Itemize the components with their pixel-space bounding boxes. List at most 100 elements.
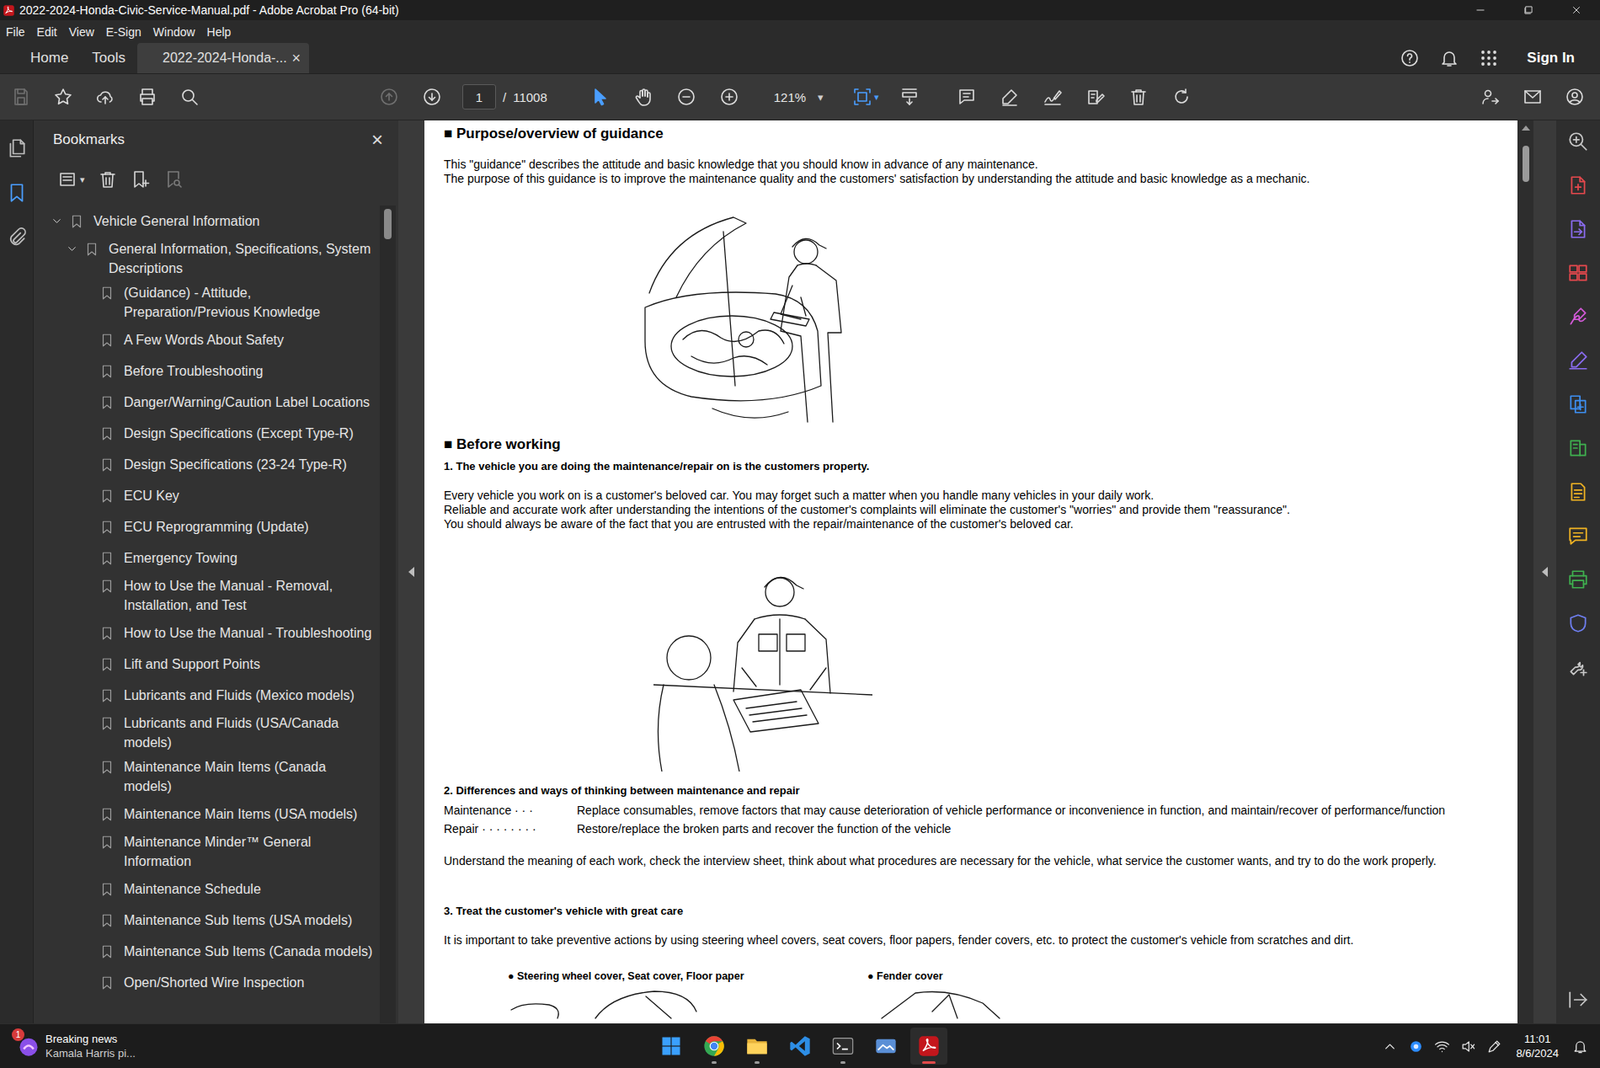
bookmark-item[interactable]: Lubricants and Fluids (USA/Canada models… xyxy=(33,710,374,755)
taskbar-app[interactable] xyxy=(824,1027,862,1065)
chevron-icon[interactable] xyxy=(50,214,64,228)
tool-button[interactable] xyxy=(1567,130,1590,153)
rail-button[interactable] xyxy=(5,137,28,160)
tool-button[interactable] xyxy=(1567,261,1590,284)
bookmark-item[interactable]: Maintenance Minder™ General Information xyxy=(33,829,374,874)
clock[interactable]: 11:018/6/2024 xyxy=(1512,1031,1563,1061)
panel-tool-button[interactable] xyxy=(163,169,184,190)
collapse-arrow-icon[interactable] xyxy=(408,566,415,577)
bookmark-item[interactable]: Vehicle General Information xyxy=(33,205,374,237)
toolbar-button[interactable] xyxy=(1477,82,1504,112)
bookmark-item[interactable]: ECU Key xyxy=(33,480,374,512)
tray-button[interactable] xyxy=(1434,1038,1451,1055)
toolbar-button[interactable] xyxy=(673,82,699,112)
taskbar-app[interactable] xyxy=(910,1027,948,1065)
toolbar-button[interactable] xyxy=(92,82,118,112)
hide-panel-button[interactable] xyxy=(1567,988,1590,1011)
bookmark-item[interactable]: (Guidance) - Attitude, Preparation/Previ… xyxy=(33,280,374,325)
toolbar-button[interactable] xyxy=(176,82,203,112)
tool-button[interactable] xyxy=(1567,612,1590,635)
tab-close-button[interactable]: × xyxy=(292,49,302,68)
tray-button[interactable] xyxy=(1460,1038,1477,1055)
bookmark-item[interactable]: Maintenance Main Items (USA models) xyxy=(33,798,374,830)
toolbar-button[interactable] xyxy=(8,82,34,112)
menu-item[interactable]: View xyxy=(63,25,101,39)
bookmark-item[interactable]: How to Use the Manual - Troubleshooting xyxy=(33,617,374,649)
panel-splitter[interactable] xyxy=(398,120,425,1024)
toolbar-button[interactable] xyxy=(134,82,160,112)
tool-button[interactable] xyxy=(1567,349,1590,372)
tool-button[interactable] xyxy=(1567,174,1590,197)
bookmark-item[interactable]: Maintenance Sub Items (Canada models) xyxy=(33,935,374,967)
tool-button[interactable] xyxy=(1567,393,1590,416)
tool-button[interactable] xyxy=(1567,568,1590,591)
bookmark-item[interactable]: Lubricants and Fluids (Mexico models) xyxy=(33,679,374,711)
rail-button[interactable] xyxy=(5,181,28,204)
taskbar-app[interactable] xyxy=(695,1027,733,1065)
tool-button[interactable] xyxy=(1567,524,1590,547)
tab[interactable]: 2022-2024-Honda-...× xyxy=(137,42,310,74)
bookmark-item[interactable]: Lift and Support Points xyxy=(33,648,374,680)
tab[interactable]: Tools xyxy=(80,42,138,74)
bookmark-item[interactable]: A Few Words About Safety xyxy=(33,324,374,356)
panel-tool-button[interactable] xyxy=(97,169,118,190)
tool-button[interactable] xyxy=(1567,305,1590,328)
taskbar-app[interactable] xyxy=(781,1027,819,1065)
panel-tool-button[interactable]: ▾ xyxy=(57,169,86,190)
window-control-button[interactable] xyxy=(1504,0,1552,21)
toolbar-button[interactable] xyxy=(954,82,980,112)
panel-tool-button[interactable] xyxy=(130,169,151,190)
taskbar-app[interactable] xyxy=(652,1027,690,1065)
toolbar-button[interactable] xyxy=(1520,82,1546,112)
bookmark-item[interactable]: Danger/Warning/Caution Label Locations xyxy=(33,386,374,418)
page-number-input[interactable]: 1 xyxy=(462,84,496,110)
tray-button[interactable] xyxy=(1486,1038,1503,1055)
toolbar-button[interactable] xyxy=(1562,82,1588,112)
document-scrollbar[interactable] xyxy=(1517,120,1534,1024)
menu-item[interactable]: Help xyxy=(201,25,238,39)
panel-close-button[interactable]: × xyxy=(371,128,384,152)
bookmark-item[interactable]: How to Use the Manual - Removal, Install… xyxy=(33,573,374,618)
window-control-button[interactable] xyxy=(1552,0,1600,21)
bookmark-item[interactable]: Design Specifications (23-24 Type-R) xyxy=(33,448,374,480)
bookmark-item[interactable]: Maintenance Main Items (Canada models) xyxy=(33,754,374,799)
bookmark-item[interactable]: Emergency Towing xyxy=(33,542,374,574)
tab[interactable]: Home xyxy=(18,42,80,74)
menu-item[interactable]: Window xyxy=(147,25,202,39)
toolbar-button[interactable] xyxy=(997,82,1023,112)
header-button[interactable] xyxy=(1439,48,1460,69)
toolbar-button[interactable]: ▾ xyxy=(852,82,880,112)
toolbar-button[interactable] xyxy=(419,82,445,112)
bookmark-item[interactable]: Before Troubleshooting xyxy=(33,355,374,387)
header-button[interactable] xyxy=(1478,48,1499,69)
toolbar-button[interactable] xyxy=(1125,82,1152,112)
bookmark-item[interactable]: Design Specifications (Except Type-R) xyxy=(33,417,374,449)
taskbar-app[interactable] xyxy=(867,1027,905,1065)
window-control-button[interactable] xyxy=(1456,0,1504,21)
tool-button[interactable] xyxy=(1567,480,1590,503)
toolbar-button[interactable] xyxy=(1168,82,1195,112)
menu-item[interactable]: File xyxy=(0,25,32,39)
notifications-button[interactable] xyxy=(1572,1038,1589,1055)
sign-in-button[interactable]: Sign In xyxy=(1526,49,1575,67)
news-widget[interactable]: 1Breaking newsKamala Harris pi... xyxy=(0,1031,653,1061)
menu-item[interactable]: E-Sign xyxy=(100,25,148,39)
taskbar-app[interactable] xyxy=(738,1027,776,1065)
bookmark-item[interactable]: Open/Shorted Wire Inspection xyxy=(33,966,374,998)
toolbar-button[interactable] xyxy=(896,82,923,112)
toolbar-button[interactable] xyxy=(716,82,742,112)
toolbar-button[interactable] xyxy=(376,82,402,112)
toolbar-button[interactable] xyxy=(50,82,76,112)
toolbar-button[interactable] xyxy=(630,82,656,112)
menu-item[interactable]: Edit xyxy=(31,25,64,39)
tray-button[interactable] xyxy=(1381,1038,1398,1055)
tray-button[interactable] xyxy=(1408,1038,1424,1055)
tool-button[interactable] xyxy=(1567,218,1590,240)
header-button[interactable] xyxy=(1399,48,1420,69)
scroll-up-icon[interactable] xyxy=(1521,125,1531,131)
bookmark-item[interactable]: Maintenance Schedule xyxy=(33,873,374,905)
bookmark-item[interactable]: ECU Reprogramming (Update) xyxy=(33,511,374,543)
bookmark-item[interactable]: General Information, Specifications, Sys… xyxy=(33,236,374,281)
toolbar-button[interactable] xyxy=(1082,82,1109,112)
expand-arrow-icon[interactable] xyxy=(1541,566,1548,577)
